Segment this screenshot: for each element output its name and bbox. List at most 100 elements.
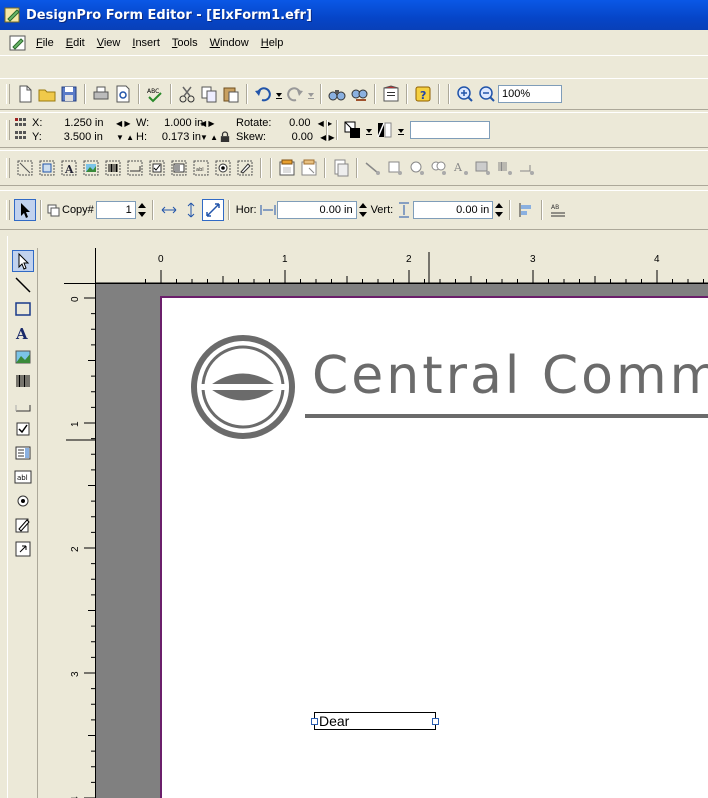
field-object-icon[interactable] xyxy=(124,157,146,179)
find-replace-icon[interactable] xyxy=(348,83,370,105)
menu-insert[interactable]: Insert xyxy=(126,37,166,49)
field-tool[interactable] xyxy=(12,394,34,416)
textbox-object-icon[interactable]: abl xyxy=(190,157,212,179)
shape-draw-icon[interactable] xyxy=(384,157,406,179)
rectangle-tool[interactable] xyxy=(12,298,34,320)
checkbox-object-icon[interactable] xyxy=(146,157,168,179)
fill-color-icon[interactable] xyxy=(342,119,364,141)
h-value-row[interactable]: H: 0.173 in xyxy=(136,131,201,143)
toolbar-grip[interactable] xyxy=(6,84,10,104)
lock-icon[interactable] xyxy=(220,131,230,143)
properties-icon[interactable] xyxy=(380,83,402,105)
redo-icon[interactable] xyxy=(284,83,306,105)
image-tool[interactable] xyxy=(12,346,34,368)
database-form-icon[interactable] xyxy=(276,157,298,179)
barcode-object-icon[interactable] xyxy=(102,157,124,179)
x-value[interactable]: 1.250 in xyxy=(45,117,107,129)
copy-count-stepper[interactable] xyxy=(136,199,148,221)
menu-window[interactable]: Window xyxy=(204,37,255,49)
line-draw-icon[interactable] xyxy=(362,157,384,179)
signature-object-icon[interactable] xyxy=(234,157,256,179)
horizontal-ruler[interactable]: 0 1 2 3 4 xyxy=(64,248,708,284)
radio-tool[interactable] xyxy=(12,490,34,512)
rotate-stepper[interactable]: ◀ ▶ xyxy=(318,119,333,128)
text-object-icon[interactable]: A xyxy=(58,157,80,179)
image-draw-icon[interactable] xyxy=(472,157,494,179)
signature-tool[interactable] xyxy=(12,514,34,536)
open-icon[interactable] xyxy=(36,83,58,105)
rectangle-object-icon[interactable] xyxy=(36,157,58,179)
skew-value[interactable]: 0.00 xyxy=(269,131,317,143)
vertical-spacing-stepper[interactable] xyxy=(493,199,505,221)
line-tool[interactable] xyxy=(12,274,34,296)
title-bar[interactable]: DesignPro Form Editor - [ElxForm1.efr] xyxy=(0,0,708,30)
print-preview-icon[interactable] xyxy=(112,83,134,105)
h-stepper[interactable]: ▼ ▲ xyxy=(200,133,220,142)
x-stepper[interactable]: ◀ ▶ xyxy=(116,119,136,128)
radio-object-icon[interactable] xyxy=(212,157,234,179)
align-left-icon[interactable] xyxy=(515,199,537,221)
undo-dropdown-icon[interactable] xyxy=(274,83,284,105)
rotate-row[interactable]: Rotate: 0.00 ◀ ▶ xyxy=(236,117,332,129)
menu-tools[interactable]: Tools xyxy=(166,37,204,49)
button-tool[interactable] xyxy=(12,538,34,560)
list-object-icon[interactable] xyxy=(168,157,190,179)
toolbar-grip[interactable] xyxy=(6,200,10,220)
vertical-arrow-icon[interactable] xyxy=(180,199,202,221)
find-icon[interactable] xyxy=(326,83,348,105)
redo-dropdown-icon[interactable] xyxy=(306,83,316,105)
copy-count-field[interactable]: 1 xyxy=(95,201,136,219)
font-field[interactable] xyxy=(410,121,490,139)
menu-view[interactable]: View xyxy=(91,37,127,49)
image-object-icon[interactable] xyxy=(80,157,102,179)
textbox-tool[interactable]: abl xyxy=(12,466,34,488)
company-logo-icon[interactable] xyxy=(190,334,296,440)
save-icon[interactable] xyxy=(58,83,80,105)
pointer-tool-icon[interactable] xyxy=(14,199,36,221)
list-tool[interactable] xyxy=(12,442,34,464)
new-icon[interactable] xyxy=(14,83,36,105)
pointer-tool[interactable] xyxy=(12,250,34,272)
document-icon[interactable] xyxy=(8,34,28,52)
menu-file[interactable]: File xyxy=(30,37,60,49)
merge-icon[interactable] xyxy=(298,157,320,179)
field-handle-left[interactable] xyxy=(311,718,318,725)
zoom-field[interactable]: 100% xyxy=(498,85,562,103)
dear-text-field[interactable]: Dear xyxy=(314,712,436,730)
horizontal-arrow-icon[interactable] xyxy=(158,199,180,221)
menu-help[interactable]: Help xyxy=(255,37,290,49)
text-draw-icon[interactable]: A xyxy=(450,157,472,179)
w-stepper[interactable]: ◀ ▶ xyxy=(200,119,220,128)
vertical-ruler[interactable]: 01234 xyxy=(64,248,96,798)
h-value[interactable]: 0.173 in xyxy=(147,131,205,143)
zoom-out-icon[interactable] xyxy=(476,83,498,105)
field-draw-icon[interactable] xyxy=(516,157,538,179)
barcode-draw-icon[interactable] xyxy=(494,157,516,179)
toolbar-grip[interactable] xyxy=(6,158,10,178)
select-region-icon[interactable] xyxy=(14,157,36,179)
company-name-text[interactable]: Central Comm xyxy=(312,346,708,406)
rotate-value[interactable]: 0.00 xyxy=(275,117,315,129)
line-dropdown-icon[interactable] xyxy=(396,119,406,141)
barcode-tool[interactable] xyxy=(12,370,34,392)
text-spacing-icon[interactable]: AB xyxy=(547,199,569,221)
w-value-row[interactable]: W: 1.000 in xyxy=(136,117,203,129)
zoom-in-icon[interactable] xyxy=(454,83,476,105)
menu-edit[interactable]: Edit xyxy=(60,37,91,49)
horizontal-spacing-field[interactable]: 0.00 in xyxy=(276,201,357,219)
data-source-icon[interactable] xyxy=(330,157,352,179)
horizontal-spacing-stepper[interactable] xyxy=(357,199,369,221)
x-value-row[interactable]: X: 1.250 in xyxy=(32,117,116,129)
y-value-row[interactable]: Y: 3.500 in xyxy=(32,131,116,143)
rounded-draw-icon[interactable] xyxy=(428,157,450,179)
palette-grip[interactable] xyxy=(0,236,8,798)
print-icon[interactable] xyxy=(90,83,112,105)
line-style-icon[interactable] xyxy=(374,119,396,141)
paste-icon[interactable] xyxy=(220,83,242,105)
field-handle-right[interactable] xyxy=(432,718,439,725)
y-value[interactable]: 3.500 in xyxy=(45,131,107,143)
copy-multiple-icon[interactable] xyxy=(46,199,60,221)
spell-check-icon[interactable]: ABC xyxy=(144,83,166,105)
ellipse-draw-icon[interactable] xyxy=(406,157,428,179)
skew-row[interactable]: Skew: 0.00 ◀ ▶ xyxy=(236,131,335,143)
